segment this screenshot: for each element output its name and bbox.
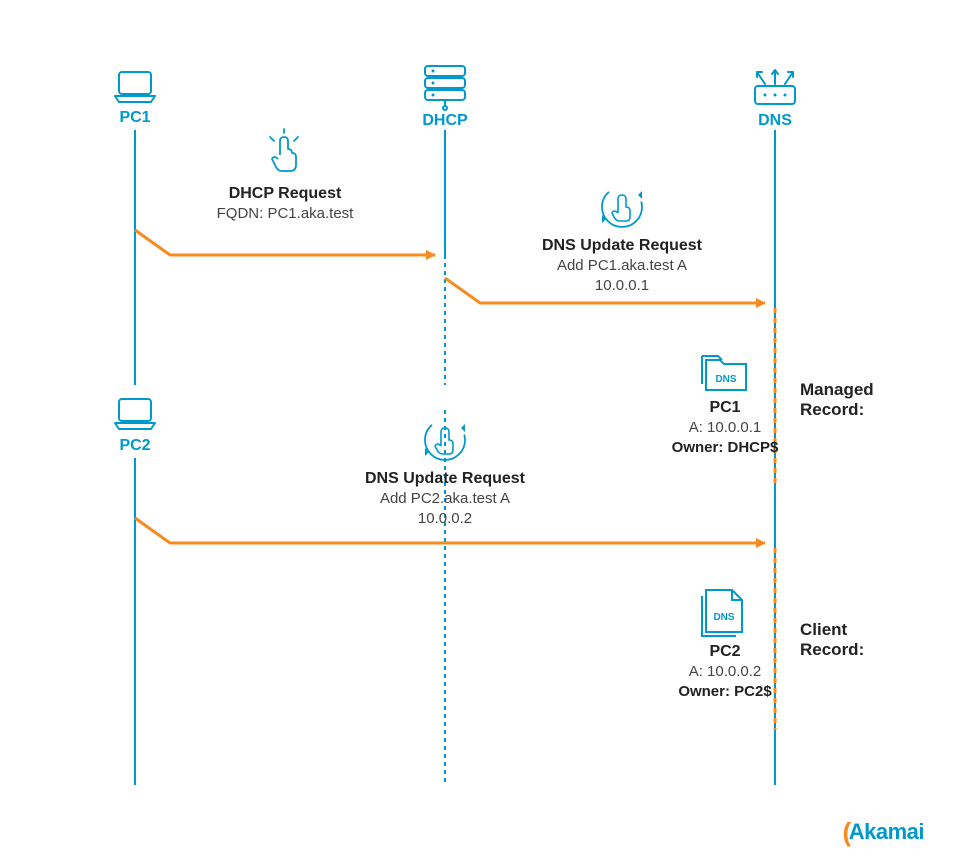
dhcp-request-line1: FQDN: PC1.aka.test [217,205,355,222]
dhcp-icon [425,66,465,110]
record1-title: PC1 [709,399,740,416]
dns-update2-line2: 10.0.0.2 [418,510,472,527]
refresh-touch-icon [602,187,642,227]
dns-folder-label-1: DNS [715,374,736,385]
pc2-label: PC2 [119,437,150,454]
dns-update1-line1: Add PC1.aka.test A [557,257,687,274]
record2-title: PC2 [709,643,740,660]
record1-sidelabel-1: Managed [800,380,874,399]
record1-owner: Owner: DHCP$ [672,439,779,456]
dns-record-file-icon: DNS [702,590,742,636]
record2-a: A: 10.0.0.2 [689,663,762,680]
diagram-canvas: PC1 DHCP DNS PC2 DHCP Request [0,0,960,860]
pc1-label: PC1 [119,109,150,126]
dns-update2-line1: Add PC2.aka.test A [380,490,510,507]
dns-label: DNS [758,112,792,129]
pc2-icon [115,399,155,429]
pc1-icon [115,72,155,102]
touch-icon [270,129,298,171]
dns-update2-title: DNS Update Request [365,470,526,487]
dhcp-request-title: DHCP Request [229,185,342,202]
record2-owner: Owner: PC2$ [678,683,772,700]
record2-sidelabel-2: Record: [800,640,864,659]
record1-sidelabel-2: Record: [800,400,864,419]
dns-file-label-2: DNS [713,612,734,623]
record2-sidelabel-1: Client [800,620,848,639]
dns-record-folder-icon: DNS [702,356,746,390]
brand-logo: (Akamai [843,817,924,848]
brand-text: Akamai [849,819,924,844]
record1-a: A: 10.0.0.1 [689,419,762,436]
dns-icon [755,70,795,104]
dns-update1-line2: 10.0.0.1 [595,277,649,294]
arrow-pc1-to-dhcp [135,230,435,255]
dhcp-label: DHCP [422,112,468,129]
dns-update1-title: DNS Update Request [542,237,703,254]
